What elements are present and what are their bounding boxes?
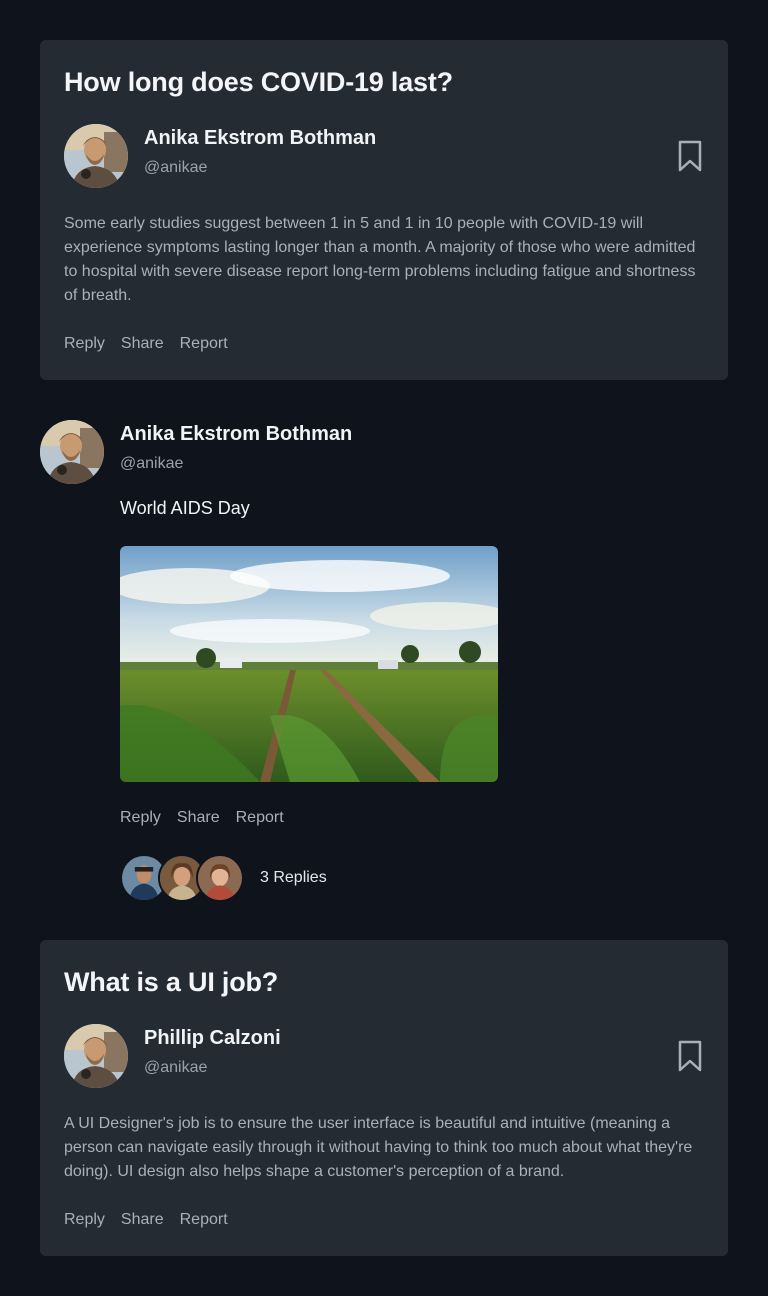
question-title[interactable]: How long does COVID-19 last? bbox=[64, 64, 704, 100]
author-handle: @anikae bbox=[144, 1059, 208, 1076]
post-text: World AIDS Day bbox=[120, 498, 250, 518]
share-button[interactable]: Share bbox=[121, 1208, 164, 1232]
reply-button[interactable]: Reply bbox=[64, 1208, 105, 1232]
author-row: Phillip Calzoni @anikae bbox=[64, 1024, 704, 1088]
post-image[interactable] bbox=[120, 546, 498, 782]
avatar[interactable] bbox=[64, 124, 128, 188]
report-button[interactable]: Report bbox=[180, 332, 228, 356]
avatar bbox=[196, 854, 244, 902]
action-bar: Reply Share Report bbox=[120, 806, 720, 830]
share-button[interactable]: Share bbox=[177, 806, 220, 830]
bookmark-icon[interactable] bbox=[676, 140, 704, 172]
question-card: What is a UI job? Phillip Calzoni @anika… bbox=[40, 940, 728, 1256]
reply-avatars bbox=[120, 854, 244, 902]
question-body: A UI Designer's job is to ensure the use… bbox=[64, 1115, 693, 1180]
question-title[interactable]: What is a UI job? bbox=[64, 964, 704, 1000]
author-name[interactable]: Phillip Calzoni bbox=[144, 1024, 281, 1052]
reply-button[interactable]: Reply bbox=[64, 332, 105, 356]
replies-count[interactable]: 3 Replies bbox=[260, 869, 327, 887]
bookmark-icon[interactable] bbox=[676, 1040, 704, 1072]
author-row: Anika Ekstrom Bothman @anikae bbox=[64, 124, 704, 188]
author-handle: @anikae bbox=[144, 159, 208, 176]
author-handle: @anikae bbox=[120, 455, 184, 472]
share-button[interactable]: Share bbox=[121, 332, 164, 356]
question-body: Some early studies suggest between 1 in … bbox=[64, 215, 696, 304]
report-button[interactable]: Report bbox=[180, 1208, 228, 1232]
author-name[interactable]: Anika Ekstrom Bothman bbox=[144, 124, 376, 152]
post: Anika Ekstrom Bothman @anikae World AIDS… bbox=[40, 420, 728, 910]
author-meta: Phillip Calzoni @anikae bbox=[144, 1024, 281, 1080]
reply-button[interactable]: Reply bbox=[120, 806, 161, 830]
report-button[interactable]: Report bbox=[236, 806, 284, 830]
author-name[interactable]: Anika Ekstrom Bothman bbox=[120, 420, 720, 448]
action-bar: Reply Share Report bbox=[64, 332, 704, 356]
post-content: Anika Ekstrom Bothman @anikae World AIDS… bbox=[120, 420, 720, 902]
action-bar: Reply Share Report bbox=[64, 1208, 704, 1232]
avatar[interactable] bbox=[40, 420, 104, 484]
avatar[interactable] bbox=[64, 1024, 128, 1088]
replies-row[interactable]: 3 Replies bbox=[120, 854, 720, 902]
question-card: How long does COVID-19 last? Anika Ekstr… bbox=[40, 40, 728, 380]
author-meta: Anika Ekstrom Bothman @anikae bbox=[144, 124, 376, 180]
